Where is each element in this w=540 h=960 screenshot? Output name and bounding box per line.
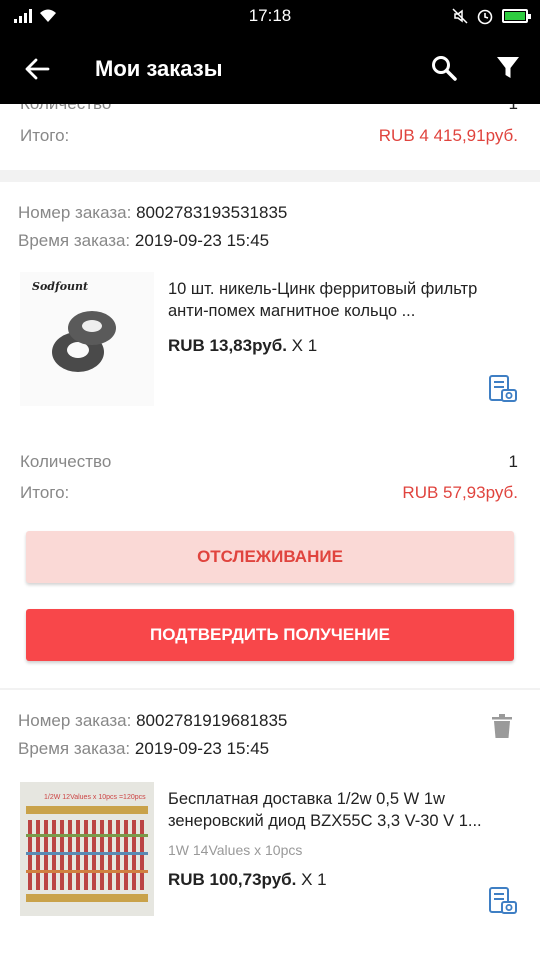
order-number: 8002783193531835 xyxy=(136,203,288,222)
order-number-label: Номер заказа: xyxy=(18,711,132,730)
product-variant: 1W 14Values x 10pcs xyxy=(168,842,303,858)
status-bar: 17:18 xyxy=(0,0,540,32)
quantity-value: 1 xyxy=(508,452,518,471)
app-bar: Мои заказы xyxy=(0,32,540,104)
total-label: Итого: xyxy=(20,126,70,145)
product-image[interactable]: Sodfount xyxy=(20,272,154,406)
alarm-icon xyxy=(477,9,493,25)
total-label: Итого: xyxy=(20,483,70,502)
page-title: Мои заказы xyxy=(95,56,223,81)
confirm-receipt-button[interactable]: ПОДТВЕРДИТЬ ПОЛУЧЕНИЕ xyxy=(26,609,514,661)
product-price: RUB 13,83руб. xyxy=(168,336,287,355)
total-value: RUB 4 415,91руб. xyxy=(378,126,518,145)
order-number-label: Номер заказа: xyxy=(18,203,132,222)
product-price: RUB 100,73руб. xyxy=(168,870,297,889)
product-image[interactable]: 1/2W 12Values x 10pcs =120pcs xyxy=(20,782,154,916)
order-number: 8002781919681835 xyxy=(136,711,288,730)
order-time-label: Время заказа: xyxy=(18,739,131,758)
track-button[interactable]: ОТСЛЕЖИВАНИЕ xyxy=(26,531,514,583)
battery-icon xyxy=(502,9,531,23)
diodes-image xyxy=(26,806,148,902)
orders-list: Количество 1 Итого: RUB 4 415,91руб. Ном… xyxy=(0,104,540,960)
mute-icon xyxy=(452,8,468,24)
total-value: RUB 57,93руб. xyxy=(402,483,518,502)
filter-icon[interactable] xyxy=(495,54,521,82)
quantity-label: Количество xyxy=(20,452,112,471)
review-document-icon[interactable] xyxy=(488,886,518,916)
order-time: 2019-09-23 15:45 xyxy=(134,231,270,250)
product-quantity: X 1 xyxy=(301,870,327,889)
order-card: Номер заказа: 8002781919681835 Время зак… xyxy=(0,690,540,960)
quantity-label: Количество xyxy=(20,104,111,114)
product-image-caption: 1/2W 12Values x 10pcs =120pcs xyxy=(44,794,146,801)
trash-icon[interactable] xyxy=(492,714,512,738)
product-title[interactable]: 10 шт. никель-Цинк ферритовый фильтр ант… xyxy=(168,278,520,322)
search-icon[interactable] xyxy=(430,54,458,82)
product-image-brand: Sodfount xyxy=(32,280,89,293)
product-title[interactable]: Бесплатная доставка 1/2w 0,5 W 1w зенеро… xyxy=(168,788,520,832)
back-arrow-icon[interactable] xyxy=(22,54,52,84)
review-document-icon[interactable] xyxy=(488,374,518,404)
order-time-label: Время заказа: xyxy=(18,231,131,250)
quantity-value: 1 xyxy=(509,104,518,114)
order-card: Номер заказа: 8002783193531835 Время зак… xyxy=(0,182,540,688)
product-quantity: X 1 xyxy=(291,336,318,355)
order-card-previous: Количество 1 Итого: RUB 4 415,91руб. xyxy=(0,104,540,170)
order-time: 2019-09-23 15:45 xyxy=(134,739,270,758)
